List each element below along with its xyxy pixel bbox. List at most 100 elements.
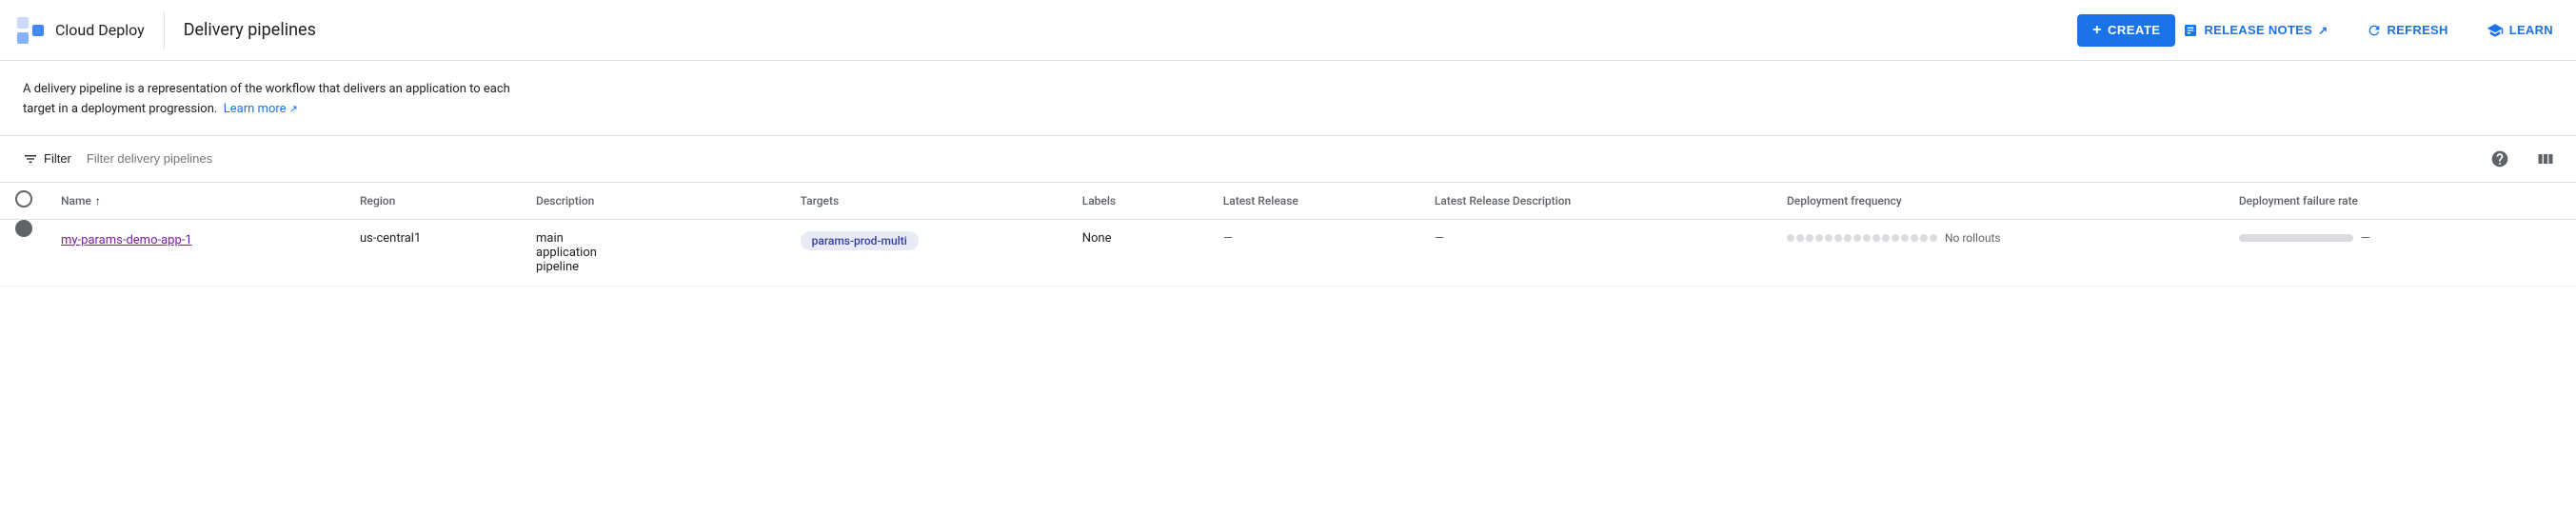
learn-more-external-icon: ↗: [289, 101, 298, 118]
freq-dot: [1806, 234, 1813, 242]
learn-more-link[interactable]: Learn more ↗: [224, 100, 298, 120]
row-latest-release: —: [1223, 231, 1233, 246]
filter-bar: Filter: [0, 136, 2576, 183]
table-body: my-params-demo-app-1 us-central1 mainappli…: [0, 219, 2576, 286]
freq-label: No rollouts: [1945, 231, 2001, 245]
filter-icon: [23, 151, 38, 167]
freq-bar: No rollouts: [1787, 231, 2209, 245]
row-deploy-freq-cell: No rollouts: [1772, 219, 2224, 286]
learn-button[interactable]: LEARN: [2479, 18, 2561, 43]
logo-container: Cloud Deploy: [15, 11, 165, 49]
learn-more-label: Learn more: [224, 100, 287, 120]
th-latest-release-desc: Latest Release Description: [1419, 183, 1772, 220]
row-checkbox-cell: [0, 219, 46, 286]
th-description: Description: [521, 183, 785, 220]
app-header: Cloud Deploy Delivery pipelines + CREATE…: [0, 0, 2576, 61]
th-latest-release-label: Latest Release: [1223, 194, 1298, 208]
app-name-label: Cloud Deploy: [55, 21, 145, 39]
freq-dot: [1911, 234, 1918, 242]
th-name: Name ↑: [46, 183, 345, 220]
table-header: Name ↑ Region Description Targets Labels: [0, 183, 2576, 220]
sort-arrow-icon: ↑: [95, 194, 101, 208]
row-latest-release-desc-cell: —: [1419, 219, 1772, 286]
th-labels-label: Labels: [1082, 194, 1116, 208]
row-region: us-central1: [360, 231, 421, 246]
row-labels: None: [1082, 231, 1112, 246]
freq-dot: [1834, 234, 1842, 242]
row-labels-cell: None: [1067, 219, 1208, 286]
fail-bar-fill: [2239, 234, 2353, 242]
freq-dots: [1787, 234, 1937, 242]
freq-dot: [1930, 234, 1937, 242]
freq-dot: [1844, 234, 1852, 242]
help-icon: [2490, 149, 2509, 168]
th-name-sortable[interactable]: Name ↑: [61, 194, 329, 208]
th-labels: Labels: [1067, 183, 1208, 220]
freq-dot: [1920, 234, 1928, 242]
filter-actions: [2485, 144, 2561, 174]
row-region-cell: us-central1: [345, 219, 521, 286]
freq-dot: [1796, 234, 1804, 242]
row-description: mainapplicationpipeline: [536, 231, 597, 274]
freq-dot: [1892, 234, 1899, 242]
description-line1: A delivery pipeline is a representation …: [23, 82, 510, 96]
help-button[interactable]: [2485, 144, 2515, 174]
freq-dot: [1815, 234, 1823, 242]
target-chip[interactable]: params-prod-multi: [801, 231, 919, 250]
freq-dot: [1901, 234, 1909, 242]
header-checkbox[interactable]: [15, 190, 32, 208]
table-row: my-params-demo-app-1 us-central1 mainappli…: [0, 219, 2576, 286]
release-notes-icon: [2183, 23, 2198, 38]
freq-dot: [1787, 234, 1794, 242]
th-deploy-fail: Deployment failure rate: [2224, 183, 2576, 220]
description-section: A delivery pipeline is a representation …: [0, 61, 2576, 136]
create-button[interactable]: + CREATE: [2077, 14, 2175, 47]
th-name-label: Name: [61, 194, 91, 208]
row-deploy-fail-cell: —: [2224, 219, 2576, 286]
release-notes-button[interactable]: RELEASE NOTES ↗: [2175, 19, 2335, 42]
fail-bar-track: [2239, 234, 2353, 242]
row-latest-release-desc: —: [1435, 231, 1444, 246]
filter-button[interactable]: Filter: [15, 146, 79, 172]
th-region: Region: [345, 183, 521, 220]
page-title: Delivery pipelines: [184, 20, 2077, 40]
pipeline-name-link[interactable]: my-params-demo-app-1: [61, 231, 329, 250]
th-deploy-fail-label: Deployment failure rate: [2239, 194, 2358, 208]
row-targets-cell: params-prod-multi: [785, 219, 1067, 286]
th-targets: Targets: [785, 183, 1067, 220]
row-name-cell: my-params-demo-app-1: [46, 219, 345, 286]
filter-label: Filter: [44, 151, 71, 166]
th-region-label: Region: [360, 194, 395, 208]
row-latest-release-cell: —: [1208, 219, 1419, 286]
row-description-cell: mainapplicationpipeline: [521, 219, 785, 286]
learn-icon: [2487, 22, 2504, 39]
header-row: Name ↑ Region Description Targets Labels: [0, 183, 2576, 220]
header-checkbox-cell: [0, 183, 46, 220]
columns-button[interactable]: [2530, 144, 2561, 174]
refresh-button[interactable]: REFRESH: [2359, 19, 2456, 42]
cloud-deploy-logo-icon: [15, 15, 46, 46]
th-deploy-freq: Deployment frequency: [1772, 183, 2224, 220]
release-notes-label: RELEASE NOTES: [2204, 23, 2312, 37]
external-link-icon: ↗: [2318, 24, 2328, 37]
refresh-label: REFRESH: [2388, 23, 2448, 37]
freq-dot: [1863, 234, 1871, 242]
freq-dot: [1825, 234, 1833, 242]
create-plus-icon: +: [2092, 22, 2102, 39]
create-label: CREATE: [2108, 23, 2160, 37]
description-line2: target in a deployment progression.: [23, 102, 217, 116]
fail-bar-container: —: [2239, 231, 2561, 246]
header-actions: RELEASE NOTES ↗ REFRESH LEARN: [2175, 18, 2561, 43]
learn-label: LEARN: [2509, 23, 2553, 37]
th-latest-release-desc-label: Latest Release Description: [1435, 194, 1571, 208]
th-description-label: Description: [536, 194, 594, 208]
fail-rate-value: —: [2361, 231, 2370, 246]
pipelines-table: Name ↑ Region Description Targets Labels: [0, 183, 2576, 287]
freq-dot: [1853, 234, 1861, 242]
row-checkbox[interactable]: [15, 220, 32, 237]
filter-input[interactable]: [87, 151, 2477, 166]
th-targets-label: Targets: [801, 194, 840, 208]
th-latest-release: Latest Release: [1208, 183, 1419, 220]
freq-dot: [1882, 234, 1890, 242]
th-deploy-freq-label: Deployment frequency: [1787, 194, 1902, 208]
